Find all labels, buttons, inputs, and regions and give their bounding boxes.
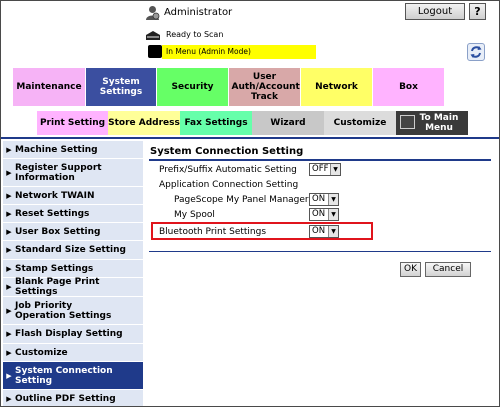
select-value: ON [312,194,326,204]
sidebar-item-blank-page-print-settings[interactable]: ▶ Blank Page Print Settings [3,277,143,297]
admin-user-icon [145,5,160,20]
subtab-store-address[interactable]: Store Address [108,111,180,135]
tab-maintenance[interactable]: Maintenance [13,68,86,106]
scanner-icon [145,27,161,40]
refresh-button[interactable] [467,43,485,61]
sidebar-item-label: Customize [15,347,68,358]
title-rule [149,159,491,161]
select-value: ON [312,209,326,219]
cancel-button[interactable]: Cancel [425,262,471,277]
mode-status-bar: In Menu (Admin Mode) [162,45,316,59]
sidebar-item-label: User Box Setting [15,226,101,237]
refresh-icon [468,45,484,64]
tab-label: Box [399,82,418,92]
tab-label: Network [315,82,358,92]
arrow-right-icon: ▶ [6,330,12,338]
tab-label: Maintenance [16,82,82,92]
prefix-suffix-select[interactable]: OFF ▼ [309,163,341,176]
help-button[interactable]: ? [469,3,486,20]
sidebar-item-label: Register Support Information [15,162,102,183]
sidebar-item-label: Blank Page Print Settings [15,277,100,297]
subtab-fax-settings[interactable]: Fax Settings [180,111,252,135]
sidebar-item-label: Machine Setting [15,144,98,155]
sidebar-item-flash-display-setting[interactable]: ▶ Flash Display Setting [3,325,143,344]
sidebar-item-system-connection-setting[interactable]: ▶ System Connection Setting [3,362,143,390]
arrow-right-icon: ▶ [6,191,12,200]
status-text: Ready to Scan [166,30,224,39]
page-title: System Connection Setting [150,146,304,157]
subtab-print-setting[interactable]: Print Setting [37,111,108,135]
logout-button[interactable]: Logout [405,3,465,20]
ok-button[interactable]: OK [400,262,421,277]
app-connection-label: Application Connection Setting [159,180,299,190]
myspool-select[interactable]: ON ▼ [309,208,339,221]
sidebar-item-outline-pdf-setting[interactable]: ▶ Outline PDF Setting [3,390,143,406]
tab-label: User Auth/Account Track [231,72,300,102]
sidebar: ▶ Machine Setting ▶ Register Support Infor… [3,141,143,406]
subtab-label: Fax Settings [184,118,248,128]
arrow-right-icon: ▶ [6,306,12,315]
admin-label: Administrator [164,7,233,18]
sidebar-item-label: Stamp Settings [15,263,94,274]
arrow-right-icon: ▶ [6,394,12,403]
arrow-right-icon: ▶ [6,246,12,254]
select-value: OFF [312,164,329,174]
sidebar-item-standard-size-setting[interactable]: ▶ Standard Size Setting [3,241,143,260]
sidebar-item-job-priority-operation-settings[interactable]: ▶ Job Priority Operation Settings [3,297,143,325]
tab-box[interactable]: Box [373,68,445,106]
sidebar-item-register-support-information[interactable]: ▶ Register Support Information [3,159,143,187]
sidebar-item-label: Job Priority Operation Settings [15,300,112,321]
myspool-label: My Spool [174,210,215,220]
prefix-suffix-label: Prefix/Suffix Automatic Setting [159,165,297,175]
sidebar-item-label: Standard Size Setting [15,245,126,255]
subtab-customize[interactable]: Customize [324,111,396,135]
header-divider [1,137,499,139]
admin-page: Administrator Logout ? Ready to Scan In … [0,0,500,407]
subtab-wizard[interactable]: Wizard [252,111,324,135]
subtab-label: Print Setting [39,118,106,128]
tab-user-auth-account-track[interactable]: User Auth/Account Track [229,68,301,106]
to-main-menu-button[interactable]: To Main Menu [396,111,468,135]
sidebar-item-label: Reset Settings [15,208,90,219]
tab-label: System Settings [99,77,143,97]
sidebar-item-reset-settings[interactable]: ▶ Reset Settings [3,205,143,223]
chevron-down-icon: ▼ [330,164,340,175]
subtab-label: Customize [333,118,387,128]
pagescope-label: PageScope My Panel Manager [174,195,309,205]
arrow-right-icon: ▶ [6,145,12,154]
chevron-down-icon: ▼ [328,194,338,205]
chevron-down-icon: ▼ [328,209,338,220]
sidebar-item-label: Network TWAIN [15,190,95,201]
sidebar-item-label: System Connection Setting [15,365,113,386]
tab-label: Security [171,82,214,92]
sidebar-item-customize[interactable]: ▶ Customize [3,344,143,362]
sidebar-item-label: Outline PDF Setting [15,393,116,404]
arrow-right-icon: ▶ [6,371,12,380]
subtab-label: Wizard [270,118,306,128]
sidebar-item-network-twain[interactable]: ▶ Network TWAIN [3,187,143,205]
admin-mode-icon [148,45,162,58]
arrow-right-icon: ▶ [6,168,12,177]
arrow-right-icon: ▶ [6,227,12,236]
tab-security[interactable]: Security [157,68,229,106]
arrow-right-icon: ▶ [6,264,12,273]
tab-system-settings[interactable]: System Settings [86,68,157,106]
arrow-right-icon: ▶ [6,209,12,218]
sidebar-item-machine-setting[interactable]: ▶ Machine Setting [3,141,143,159]
subtab-label: To Main Menu [419,113,459,133]
sidebar-item-label: Flash Display Setting [15,329,123,339]
bluetooth-highlight-frame [151,222,373,240]
arrow-right-icon: ▶ [6,348,12,357]
sidebar-item-stamp-settings[interactable]: ▶ Stamp Settings [3,260,143,278]
subtab-label: Store Address [108,118,180,128]
content-bottom-rule [149,251,491,252]
tab-network[interactable]: Network [301,68,373,106]
arrow-right-icon: ▶ [6,283,12,291]
sidebar-item-user-box-setting[interactable]: ▶ User Box Setting [3,223,143,241]
pagescope-select[interactable]: ON ▼ [309,193,339,206]
home-icon [400,115,415,129]
